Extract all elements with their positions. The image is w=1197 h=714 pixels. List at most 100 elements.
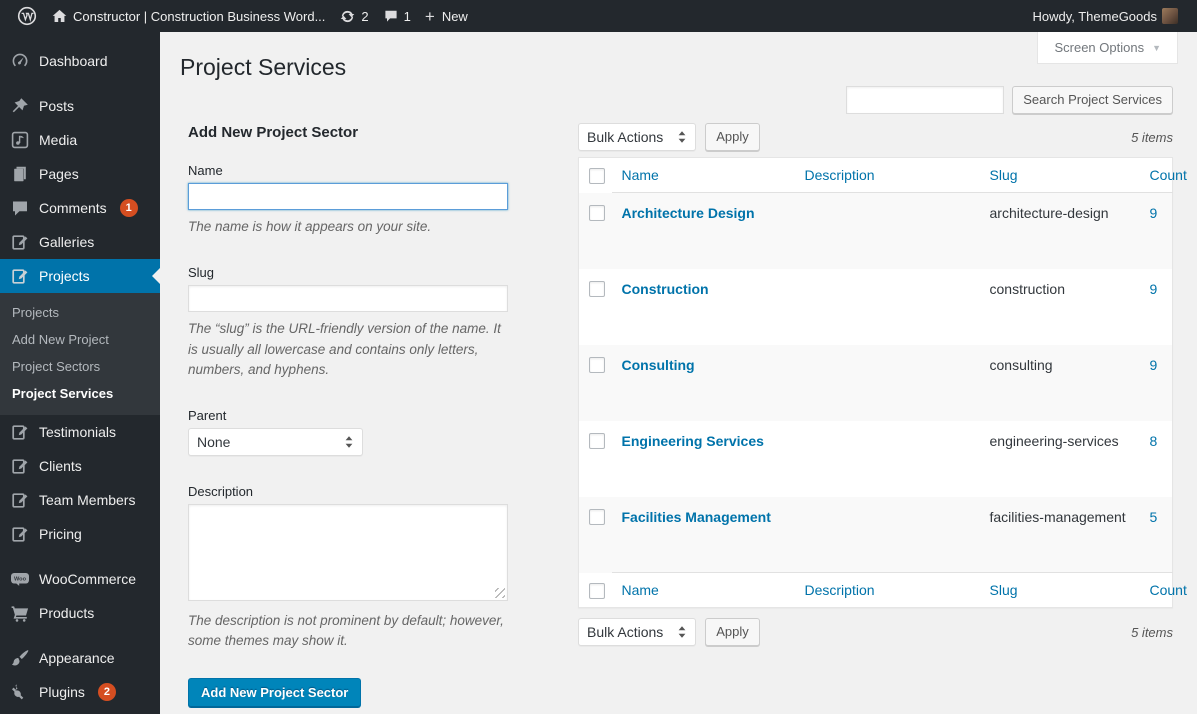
visit-site-menu[interactable]: Constructor | Construction Business Word… [44,0,332,32]
name-label: Name [188,163,223,178]
slug-label: Slug [188,265,215,281]
search-input[interactable] [846,86,1005,114]
term-slug: architecture-design [989,205,1109,221]
sidebar-item-dashboard[interactable]: Dashboard [0,44,160,78]
main-content: Project Services Add New Project Sector … [160,32,1197,714]
sidebar-item-products[interactable]: Products [0,596,160,630]
term-count-link[interactable]: 5 [1150,509,1158,525]
home-icon [52,9,67,22]
column-header-count[interactable]: Count [1139,157,1187,193]
edit-page-icon [10,490,30,510]
sidebar-item-galleries[interactable]: Galleries [0,225,160,259]
updates-menu[interactable]: 2 [332,0,375,32]
name-help-text: The name is how it appears on your site. [188,219,432,234]
add-new-project-sector-button[interactable]: Add New Project Sector [188,677,362,708]
sidebar-item-pricing[interactable]: Pricing [0,517,160,551]
admin-sidebar: Dashboard Posts Media Pages Comments 1 G… [0,32,160,714]
submenu-item-project-sectors[interactable]: Project Sectors [0,353,160,380]
column-footer-slug[interactable]: Slug [979,572,1140,608]
bulk-actions-select[interactable]: Bulk Actions [578,618,697,646]
slug-input[interactable] [188,285,508,313]
sidebar-item-woocommerce[interactable]: Woo WooCommerce [0,562,160,596]
submenu-item-add-new-project[interactable]: Add New Project [0,326,160,353]
select-updown-icon [345,436,353,448]
row-checkbox[interactable] [589,432,605,449]
select-all-checkbox[interactable] [589,168,605,184]
sidebar-item-label: Appearance [39,650,115,666]
column-header-description[interactable]: Description [794,157,980,193]
submenu-item-project-services[interactable]: Project Services [0,380,160,407]
edit-page-icon [10,456,30,476]
sidebar-item-posts[interactable]: Posts [0,89,160,123]
term-count-link[interactable]: 8 [1150,433,1158,449]
pushpin-icon [10,96,30,116]
sidebar-item-clients[interactable]: Clients [0,449,160,483]
apply-button[interactable]: Apply [705,123,760,151]
term-count-link[interactable]: 9 [1150,205,1158,221]
updates-count: 2 [361,8,369,24]
term-slug: facilities-management [989,508,1126,525]
sidebar-item-plugins[interactable]: Plugins 2 [0,675,160,709]
paintbrush-icon [10,648,30,668]
term-description [795,421,980,497]
table-row: Construction construction 9 [579,269,1173,345]
parent-select[interactable]: None [188,428,363,456]
term-name-link[interactable]: Engineering Services [622,433,764,449]
term-name-link[interactable]: Consulting [622,357,695,373]
term-name-link[interactable]: Architecture Design [622,205,755,221]
sidebar-item-comments[interactable]: Comments 1 [0,191,160,225]
screen-options-tab[interactable]: Screen Options ▼ [1037,32,1178,64]
description-textarea[interactable] [188,504,508,601]
submenu-item-projects[interactable]: Projects [0,299,160,326]
comment-bubble-icon [10,198,30,218]
sidebar-item-team-members[interactable]: Team Members [0,483,160,517]
column-footer-description[interactable]: Description [794,572,980,608]
term-name-link[interactable]: Facilities Management [622,509,771,525]
table-row: Architecture Design architecture-design … [578,192,1173,269]
table-footer-row: Name Description Slug Count [579,572,1187,608]
items-count: 5 items [1131,129,1173,145]
sidebar-item-label: Dashboard [39,53,108,69]
search-button[interactable]: Search Project Services [1012,86,1173,114]
sidebar-item-media[interactable]: Media [0,123,160,157]
sidebar-item-label: Pricing [39,526,82,542]
term-count-link[interactable]: 9 [1150,281,1158,297]
bulk-actions-value: Bulk Actions [587,624,664,640]
svg-text:Woo: Woo [14,577,27,583]
parent-select-value: None [197,434,231,450]
chevron-down-icon: ▼ [1152,42,1161,53]
name-input[interactable] [188,183,508,210]
sidebar-item-projects[interactable]: Projects [0,259,160,293]
row-checkbox[interactable] [589,508,605,525]
user-avatar [1162,8,1178,24]
term-slug: construction [989,280,1065,297]
wordpress-logo-menu[interactable] [10,0,44,32]
apply-button[interactable]: Apply [705,618,760,646]
my-account-menu[interactable]: Howdy, ThemeGoods [1025,0,1185,32]
row-checkbox[interactable] [589,204,605,221]
slug-help-text: The “slug” is the URL-friendly version o… [188,321,501,377]
comments-menu[interactable]: 1 [376,0,418,32]
row-checkbox[interactable] [589,356,605,373]
sidebar-item-pages[interactable]: Pages [0,157,160,191]
sidebar-item-label: WooCommerce [39,571,136,587]
term-description [795,193,980,269]
sidebar-item-label: Media [39,132,78,148]
sidebar-item-testimonials[interactable]: Testimonials [0,415,160,449]
tablenav-bottom: Bulk Actions Apply 5 items [578,618,1173,646]
select-all-checkbox[interactable] [589,582,605,599]
new-content-menu[interactable]: + New [418,0,475,32]
column-header-name[interactable]: Name [611,157,795,193]
column-header-slug[interactable]: Slug [979,157,1140,193]
row-checkbox[interactable] [589,280,605,297]
column-footer-count[interactable]: Count [1139,572,1187,608]
bulk-actions-select[interactable]: Bulk Actions [578,123,697,151]
term-name-link[interactable]: Construction [622,281,709,297]
column-footer-name[interactable]: Name [611,572,795,608]
plugins-badge: 2 [97,683,116,701]
term-description [795,269,980,345]
sidebar-item-appearance[interactable]: Appearance [0,641,160,675]
term-description [795,497,980,573]
projects-submenu: Projects Add New Project Project Sectors… [0,293,160,415]
term-count-link[interactable]: 9 [1150,357,1158,373]
